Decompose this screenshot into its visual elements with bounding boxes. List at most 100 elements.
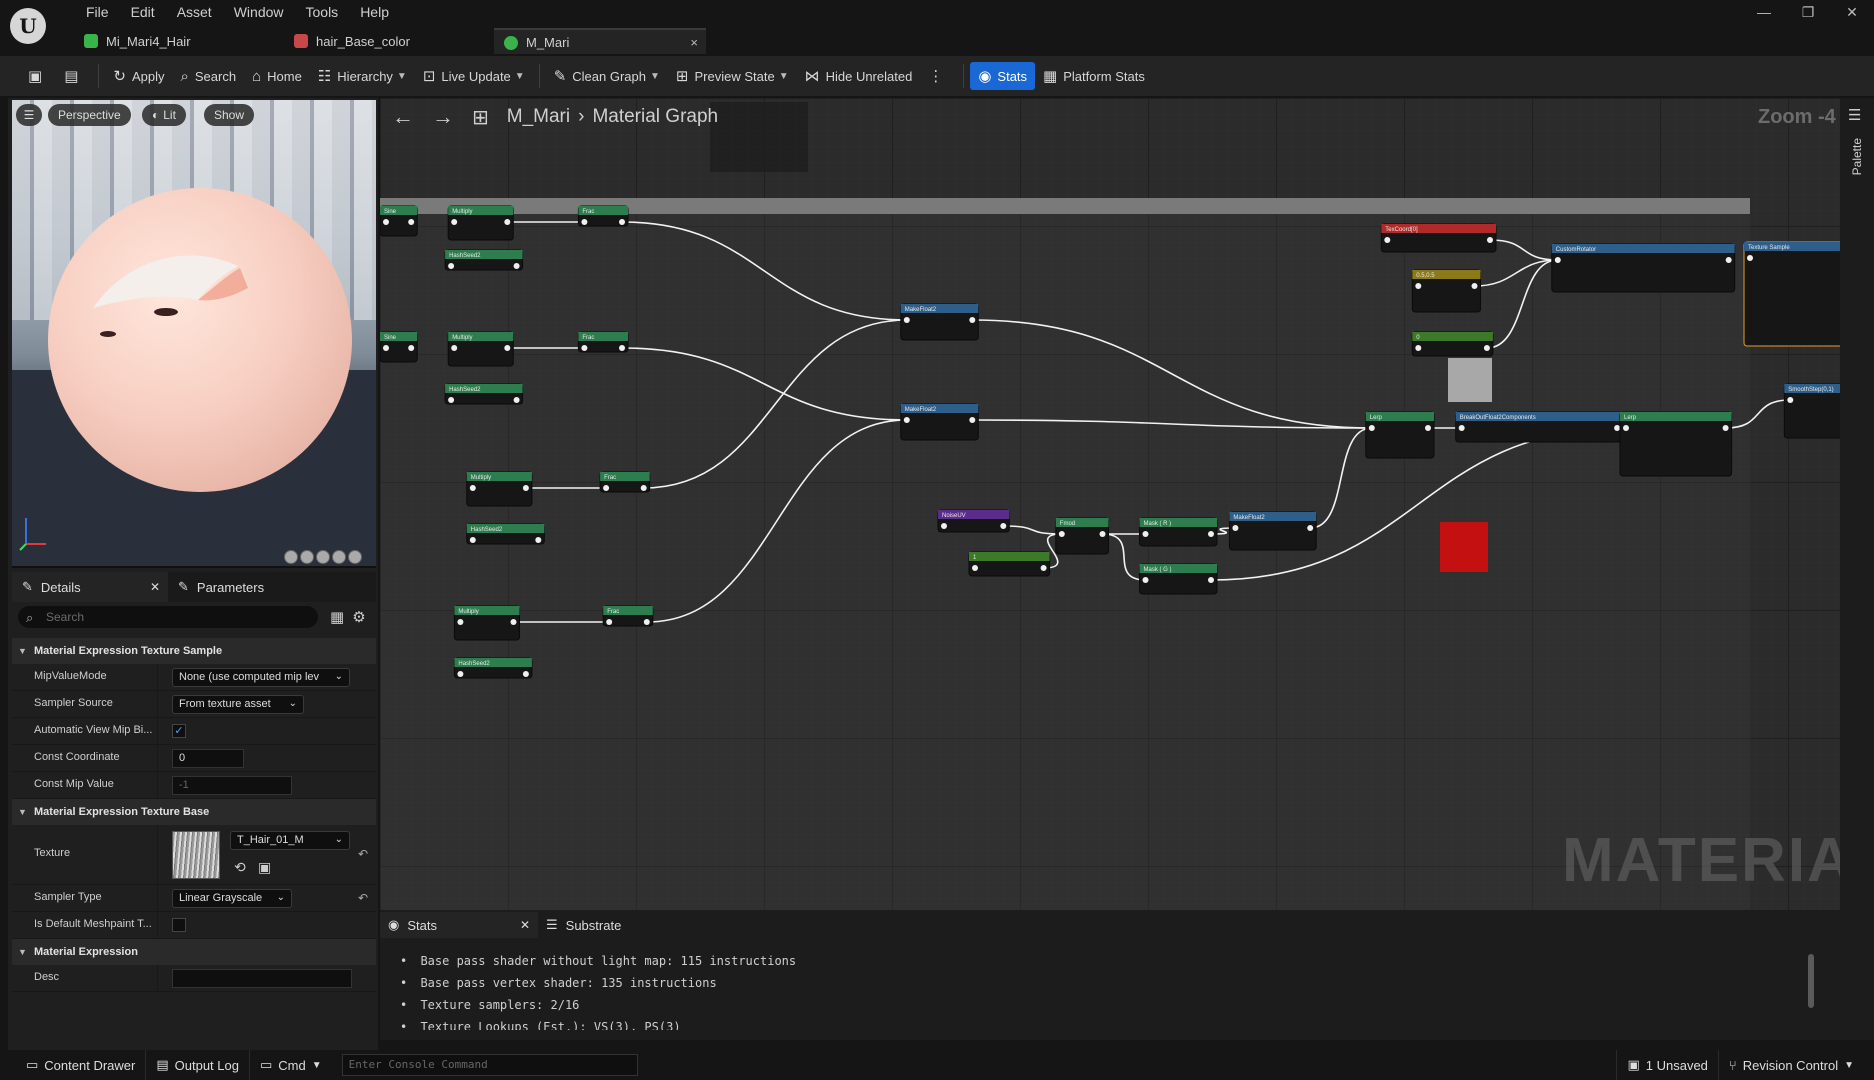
- output-pin[interactable]: [1425, 425, 1431, 431]
- input-pin[interactable]: [451, 345, 458, 351]
- graph-node-frac1[interactable]: Frac: [577, 205, 629, 227]
- input-pin[interactable]: [1368, 425, 1375, 431]
- hide-unrelated-button[interactable]: ⋈ Hide Unrelated: [797, 62, 921, 90]
- output-pin[interactable]: [1000, 523, 1007, 529]
- plane-preview-icon[interactable]: [316, 550, 330, 564]
- tab-substrate[interactable]: ☰ Substrate: [538, 912, 629, 938]
- graph-node-mul4[interactable]: Multiply: [453, 605, 520, 641]
- input-pin[interactable]: [941, 523, 947, 529]
- texture-asset-picker[interactable]: T_Hair_01_M ⌄: [230, 831, 350, 850]
- input-pin[interactable]: [448, 263, 455, 269]
- output-pin[interactable]: [522, 485, 529, 491]
- table-view-icon[interactable]: ▦: [330, 609, 352, 626]
- input-pin[interactable]: [1747, 255, 1753, 261]
- palette-label[interactable]: Palette: [1850, 138, 1864, 175]
- input-pin[interactable]: [469, 537, 476, 543]
- graph-node-hash1[interactable]: HashSeed2: [444, 249, 524, 271]
- output-pin[interactable]: [619, 219, 625, 225]
- palette-sidebar[interactable]: ☰ Palette: [1840, 98, 1874, 910]
- tab-details[interactable]: ✎ Details ✕: [12, 572, 168, 602]
- input-pin[interactable]: [581, 345, 588, 351]
- input-pin[interactable]: [1458, 425, 1465, 431]
- settings-gear-icon[interactable]: ⚙: [352, 609, 373, 626]
- cmd-button[interactable]: ▭ Cmd ▼: [250, 1050, 332, 1080]
- graph-node-mul1[interactable]: Multiply: [447, 205, 514, 241]
- input-pin[interactable]: [1142, 577, 1149, 583]
- graph-node-frac4[interactable]: Frac: [602, 605, 654, 627]
- sampler-source-dropdown[interactable]: From texture asset ⌄: [172, 695, 304, 714]
- output-pin[interactable]: [408, 345, 415, 351]
- minimize-button[interactable]: —: [1742, 0, 1786, 24]
- cylinder-preview-icon[interactable]: [300, 550, 314, 564]
- output-pin[interactable]: [1725, 257, 1732, 263]
- graph-node-c2[interactable]: 0.5,0.5: [1411, 269, 1482, 313]
- graph-node-smooth[interactable]: SmoothStep(0,1): [1783, 383, 1840, 439]
- close-window-button[interactable]: ✕: [1830, 0, 1874, 24]
- tab-stats[interactable]: ◉ Stats ✕: [380, 912, 538, 938]
- clean-graph-button[interactable]: ✎ Clean Graph ▼: [546, 62, 668, 90]
- input-pin[interactable]: [581, 219, 588, 225]
- output-pin[interactable]: [1307, 525, 1314, 531]
- input-pin[interactable]: [1058, 531, 1065, 537]
- input-pin[interactable]: [1384, 237, 1391, 243]
- output-pin[interactable]: [1471, 283, 1478, 289]
- menu-file[interactable]: File: [75, 2, 120, 22]
- palette-menu-icon[interactable]: ☰: [1848, 106, 1861, 124]
- mip-value-mode-dropdown[interactable]: None (use computed mip lev ⌄: [172, 668, 350, 687]
- perspective-button[interactable]: Perspective: [48, 104, 131, 126]
- output-pin[interactable]: [969, 417, 976, 423]
- save-button[interactable]: ▣: [20, 62, 56, 90]
- output-pin[interactable]: [619, 345, 625, 351]
- graph-node-sine1[interactable]: Sine: [380, 205, 418, 237]
- graph-node-mf2[interactable]: MakeFloat2: [900, 403, 979, 441]
- reset-to-default-icon[interactable]: ↶: [358, 891, 368, 905]
- tab-parameters[interactable]: ✎ Parameters: [168, 572, 274, 602]
- auto-view-mip-checkbox[interactable]: ✓: [172, 724, 186, 738]
- graph-node-hash4[interactable]: HashSeed2: [453, 657, 533, 679]
- material-preview-viewport[interactable]: [12, 100, 376, 568]
- output-pin[interactable]: [640, 485, 647, 491]
- const-coordinate-input[interactable]: 0: [172, 749, 244, 768]
- live-update-button[interactable]: ⊡ Live Update ▼: [415, 62, 533, 90]
- graph-node-mask1[interactable]: Mask ( R ): [1139, 517, 1218, 547]
- category-material-expression[interactable]: Material Expression: [12, 939, 376, 965]
- graph-node-mf3[interactable]: MakeFloat2: [1228, 511, 1317, 551]
- input-pin[interactable]: [603, 485, 610, 491]
- input-pin[interactable]: [1232, 525, 1239, 531]
- graph-node-sine2[interactable]: Sine: [380, 331, 418, 363]
- graph-node-frac2[interactable]: Frac: [577, 331, 629, 353]
- output-pin[interactable]: [513, 263, 520, 269]
- home-button[interactable]: ⌂ Home: [244, 62, 310, 90]
- menu-edit[interactable]: Edit: [120, 2, 166, 22]
- output-pin[interactable]: [969, 317, 976, 323]
- browse-button[interactable]: ▤: [56, 62, 92, 90]
- sphere-preview-icon[interactable]: [284, 550, 298, 564]
- graph-node-mask2[interactable]: Mask ( G ): [1139, 563, 1218, 595]
- menu-asset[interactable]: Asset: [166, 2, 223, 22]
- input-pin[interactable]: [383, 345, 389, 351]
- revision-control-button[interactable]: ⑂ Revision Control ▼: [1719, 1050, 1864, 1080]
- graph-node-tc[interactable]: TexCoord[0]: [1380, 223, 1497, 253]
- graph-node-bof[interactable]: BreakOutFloat2Components: [1455, 411, 1624, 443]
- output-pin[interactable]: [1614, 425, 1621, 431]
- more-options-button[interactable]: ⋮: [920, 62, 957, 90]
- viewport-menu-button[interactable]: ☰: [16, 104, 42, 126]
- console-command-input[interactable]: Enter Console Command: [341, 1054, 638, 1076]
- use-selected-asset-icon[interactable]: ⟲: [234, 859, 246, 876]
- input-pin[interactable]: [383, 219, 389, 225]
- tab-hair-base-color[interactable]: hair_Base_color: [284, 28, 494, 54]
- sampler-type-dropdown[interactable]: Linear Grayscale ⌄: [172, 889, 292, 908]
- forward-arrow-icon[interactable]: →: [432, 104, 454, 130]
- breadcrumb-root[interactable]: M_Mari: [507, 106, 570, 128]
- stats-toggle-button[interactable]: ◉ Stats: [970, 62, 1036, 90]
- output-pin[interactable]: [1099, 531, 1106, 537]
- back-arrow-icon[interactable]: ←: [392, 104, 414, 130]
- output-pin[interactable]: [535, 537, 542, 543]
- graph-node-ts[interactable]: Texture Sample: [1743, 241, 1840, 347]
- hierarchy-button[interactable]: ☷ Hierarchy ▼: [310, 62, 415, 90]
- graph-node-c1[interactable]: 0: [1411, 331, 1494, 357]
- graph-node-cv[interactable]: 1: [968, 551, 1051, 577]
- output-pin[interactable]: [643, 619, 650, 625]
- output-log-button[interactable]: ▤ Output Log: [146, 1050, 250, 1080]
- output-pin[interactable]: [510, 619, 517, 625]
